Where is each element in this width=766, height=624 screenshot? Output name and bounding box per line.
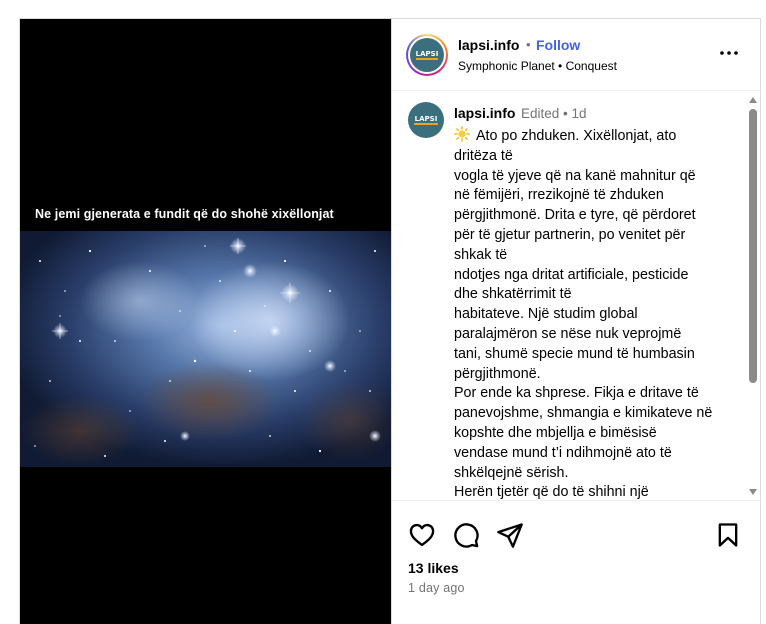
audio-track-link[interactable]: Symphonic Planet • Conquest <box>458 59 617 73</box>
post-timestamp[interactable]: 1 day ago <box>408 581 465 595</box>
caption-username[interactable]: lapsi.info <box>454 105 515 121</box>
caption-line: në fëmijëri, rrezikojnë të zhduken <box>454 187 664 204</box>
caption-line: përgjithmonë. Drita e tyre, që përdoret <box>454 207 696 224</box>
post-side-panel: LAPSI lapsi.info • Follow Symphonic Plan… <box>391 19 762 624</box>
sun-icon <box>454 126 470 142</box>
caption-line: dritëza të <box>454 147 513 164</box>
caption-line: Por ende ka shprese. Fikja e dritave të <box>454 385 699 402</box>
caption-avatar[interactable]: LAPSI <box>408 102 444 138</box>
caption-line: paralajmëron se nëse nuk veprojmë <box>454 325 682 342</box>
heart-icon[interactable] <box>408 521 436 549</box>
caption-line: shkak të <box>454 246 508 263</box>
lapsi-logo: LAPSI <box>410 38 444 72</box>
media-overlay-text: Ne jemi gjenerata e fundit që do shohë x… <box>35 207 334 221</box>
post-container: Ne jemi gjenerata e fundit që do shohë x… <box>19 18 762 624</box>
caption-text: Ato po zhduken. Xixëllonjat, ato dritëza… <box>454 126 734 501</box>
galaxy-image <box>20 231 391 467</box>
comment-icon[interactable] <box>452 521 480 549</box>
caption-line: habitateve. Një studim global <box>454 306 638 323</box>
caption-line: ndotjes nga dritat artificiale, pesticid… <box>454 266 689 283</box>
caption-line: përgjithmonë. <box>454 365 541 382</box>
caption-area: LAPSI lapsi.info Edited • 1d Ato po zhdu… <box>392 91 762 501</box>
caption-line: vendase mund t’i ndihmojnë ato të <box>454 444 672 461</box>
bookmark-icon[interactable] <box>714 521 742 549</box>
caption-line: Herën tjetër që do të shihni një <box>454 484 649 501</box>
header-separator: • <box>526 37 531 52</box>
post-header: LAPSI lapsi.info • Follow Symphonic Plan… <box>392 19 762 91</box>
caption-line: dhe shkatërrimit të <box>454 286 572 303</box>
caption-line: për të gjetur partnerin, po venitet për <box>454 226 686 243</box>
caption-line: tani, shumë specie mund të humbasin <box>454 345 695 362</box>
more-options-icon[interactable] <box>717 41 741 65</box>
action-bar <box>392 517 762 553</box>
caption-scrollbar[interactable] <box>747 91 760 501</box>
like-count[interactable]: 13 likes <box>408 560 459 576</box>
caption-line: kopshte dhe mbjellja e bimësisë <box>454 424 657 441</box>
caption-line: vogla të yjeve që na kanë mahnitur që <box>454 167 696 184</box>
caption-line: panevojshme, shmangia e kimikateve në <box>454 405 713 422</box>
scroll-down-arrow-icon[interactable] <box>749 489 757 495</box>
post-media[interactable]: Ne jemi gjenerata e fundit që do shohë x… <box>20 19 391 624</box>
caption-line: shkëlqejnë sërish. <box>454 464 569 481</box>
follow-button[interactable]: Follow <box>536 37 580 53</box>
header-username[interactable]: lapsi.info <box>458 37 519 53</box>
scroll-up-arrow-icon[interactable] <box>749 97 757 103</box>
caption-meta: Edited • 1d <box>521 106 587 121</box>
profile-avatar[interactable]: LAPSI <box>406 34 448 76</box>
share-icon[interactable] <box>496 521 524 549</box>
caption-line: Ato po zhduken. Xixëllonjat, ato <box>454 126 734 147</box>
scrollbar-thumb[interactable] <box>749 109 757 383</box>
